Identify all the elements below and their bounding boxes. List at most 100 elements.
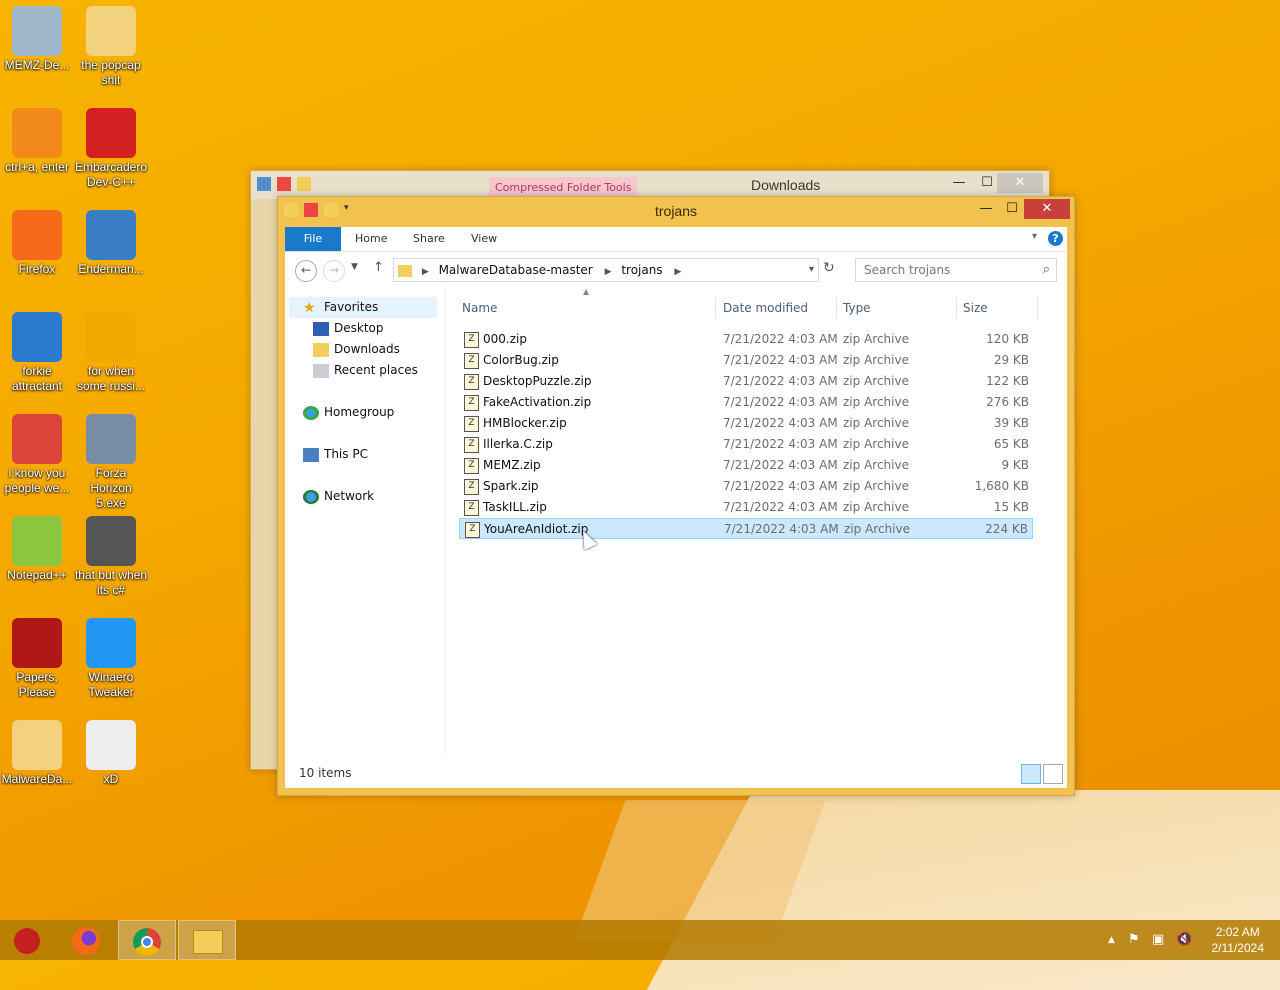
large-icons-view-button[interactable]: [1043, 764, 1063, 784]
new-folder-icon[interactable]: [297, 177, 311, 191]
file-row[interactable]: Z TaskILL.zip 7/21/2022 4:03 AM zip Archive…: [459, 497, 1033, 518]
file-row[interactable]: Z HMBlocker.zip 7/21/2022 4:03 AM zip Archi…: [459, 413, 1033, 434]
column-type[interactable]: Type: [843, 301, 871, 315]
file-row[interactable]: Z FakeActivation.zip 7/21/2022 4:03 AM zip …: [459, 392, 1033, 413]
file-row[interactable]: Z MEMZ.zip 7/21/2022 4:03 AM zip Archive 9 K…: [459, 455, 1033, 476]
search-input[interactable]: Search trojans ⌕: [855, 258, 1057, 282]
taskbar-chrome[interactable]: [118, 920, 176, 960]
address-bar[interactable]: ▶ MalwareDatabase-master ▶ trojans ▶ ▾: [393, 258, 819, 282]
column-size[interactable]: Size: [963, 301, 988, 315]
back-button[interactable]: ←: [295, 260, 317, 282]
maximize-button[interactable]: ☐: [998, 199, 1026, 219]
close-button[interactable]: ✕: [997, 173, 1043, 193]
minimize-button[interactable]: —: [945, 173, 973, 193]
desktop-shortcut[interactable]: Firefox: [0, 210, 74, 277]
address-dropdown-icon[interactable]: ▾: [809, 259, 814, 281]
nav-network[interactable]: Network: [303, 486, 374, 507]
file-size: 15 KB: [993, 500, 1029, 514]
nav-recent[interactable]: Recent places: [313, 360, 418, 381]
forward-button[interactable]: →: [323, 260, 345, 282]
desktop-shortcut[interactable]: xD: [74, 720, 148, 787]
column-date[interactable]: Date modified: [723, 301, 808, 315]
file-date: 7/21/2022 4:03 AM: [724, 522, 839, 536]
action-center-flag-icon[interactable]: ⚑: [1128, 932, 1140, 947]
taskbar-file-explorer[interactable]: [178, 920, 236, 960]
tab-share[interactable]: Share: [413, 227, 445, 251]
tab-view[interactable]: View: [471, 227, 497, 251]
help-icon[interactable]: ?: [1048, 231, 1063, 246]
breadcrumb-separator-icon[interactable]: ▶: [605, 267, 612, 277]
nav-favorites[interactable]: ★ Favorites: [303, 297, 378, 318]
desktop-shortcut[interactable]: for when some russi...: [74, 312, 148, 394]
nav-desktop[interactable]: Desktop: [313, 318, 384, 339]
expand-ribbon-icon[interactable]: ▾: [1032, 231, 1037, 242]
desktop-shortcut[interactable]: Notepad++: [0, 516, 74, 583]
system-clock[interactable]: 2:02 AM 2/11/2024: [1212, 924, 1265, 956]
details-view-button[interactable]: [1021, 764, 1041, 784]
nav-label: This PC: [324, 447, 368, 461]
nav-downloads[interactable]: Downloads: [313, 339, 400, 360]
desktop-shortcut[interactable]: Embarcadero Dev-C++: [74, 108, 148, 190]
file-explorer-icon: [193, 930, 223, 954]
downloads-titlebar[interactable]: Compressed Folder Tools Downloads — ☐ ✕: [251, 171, 1049, 199]
file-row[interactable]: Z Spark.zip 7/21/2022 4:03 AM zip Archive 1,…: [459, 476, 1033, 497]
nav-thispc[interactable]: This PC: [303, 444, 368, 465]
ribbon-tabs: File Home Share View ▾ ?: [285, 227, 1067, 252]
file-type: zip Archive: [843, 500, 909, 514]
trojans-window[interactable]: ▾ trojans — ☐ ✕ File Home Share View ▾ ?…: [277, 196, 1075, 796]
desktop-shortcut[interactable]: MEMZ-De...: [0, 6, 74, 73]
recent-locations-icon[interactable]: ▼: [351, 262, 358, 272]
file-type: zip Archive: [844, 522, 910, 536]
tab-home[interactable]: Home: [355, 227, 387, 251]
file-row[interactable]: Z ColorBug.zip 7/21/2022 4:03 AM zip Archiv…: [459, 350, 1033, 371]
file-date: 7/21/2022 4:03 AM: [723, 500, 838, 514]
breadcrumb-item[interactable]: MalwareDatabase-master: [439, 263, 593, 277]
desktop-shortcut-label: the popcap shit: [81, 58, 141, 87]
properties-icon[interactable]: [277, 177, 291, 191]
taskbar-app-bug[interactable]: [0, 920, 58, 960]
desktop-shortcut[interactable]: MalwareDa...: [0, 720, 74, 787]
search-icon[interactable]: ⌕: [1043, 259, 1050, 281]
file-date: 7/21/2022 4:03 AM: [723, 458, 838, 472]
recent-places-icon: [313, 363, 329, 378]
notepad-plus-icon: [12, 516, 62, 566]
desktop-shortcut[interactable]: ctrl+a, enter: [0, 108, 74, 175]
up-button[interactable]: ↑: [373, 260, 384, 275]
windows-stack-icon: [86, 516, 136, 566]
file-type: zip Archive: [843, 416, 909, 430]
desktop-shortcut[interactable]: Winaero Tweaker: [74, 618, 148, 700]
taskbar-firefox[interactable]: [58, 920, 116, 960]
file-row[interactable]: Z Illerka.C.zip 7/21/2022 4:03 AM zip Archi…: [459, 434, 1033, 455]
desktop-shortcut-label: Firefox: [18, 262, 56, 276]
file-row[interactable]: Z DesktopPuzzle.zip 7/21/2022 4:03 AM zip A…: [459, 371, 1033, 392]
desktop-shortcut[interactable]: forkie attractant: [0, 312, 74, 394]
desktop-shortcut[interactable]: the popcap shit: [74, 6, 148, 88]
file-size: 39 KB: [993, 416, 1029, 430]
de-app-icon: [86, 312, 136, 362]
minimize-button[interactable]: —: [972, 199, 1000, 219]
file-date: 7/21/2022 4:03 AM: [723, 374, 838, 388]
folder-down-icon[interactable]: [257, 177, 271, 191]
tab-file[interactable]: File: [285, 227, 341, 251]
volume-muted-icon[interactable]: 🔇: [1176, 932, 1192, 947]
desktop-shortcut[interactable]: that but when its c#: [74, 516, 148, 598]
desktop-shortcut[interactable]: Papers, Please: [0, 618, 74, 700]
column-name[interactable]: Name: [462, 301, 497, 315]
breadcrumb-item[interactable]: trojans: [621, 263, 662, 277]
winaero-icon: [86, 618, 136, 668]
close-button[interactable]: ✕: [1024, 199, 1070, 219]
file-row[interactable]: Z YouAreAnIdiot.zip 7/21/2022 4:03 AM zip A…: [459, 518, 1033, 539]
file-date: 7/21/2022 4:03 AM: [723, 416, 838, 430]
taskbar: ▲ ⚑ ▣ 🔇 2:02 AM 2/11/2024: [0, 920, 1280, 960]
desktop-shortcut[interactable]: Forza Horizon 5.exe: [74, 414, 148, 511]
breadcrumb-separator-icon[interactable]: ▶: [674, 267, 681, 277]
network-tray-icon[interactable]: ▣: [1152, 932, 1164, 947]
trojans-titlebar[interactable]: ▾ trojans — ☐ ✕: [278, 197, 1074, 227]
breadcrumb-separator-icon[interactable]: ▶: [422, 267, 429, 277]
file-row[interactable]: Z 000.zip 7/21/2022 4:03 AM zip Archive 120 …: [459, 329, 1033, 350]
desktop-shortcut[interactable]: i know you people we...: [0, 414, 74, 496]
nav-homegroup[interactable]: Homegroup: [303, 402, 394, 423]
desktop-shortcut[interactable]: Enderman...: [74, 210, 148, 277]
show-hidden-icons-icon[interactable]: ▲: [1108, 935, 1115, 945]
refresh-icon[interactable]: ↻: [823, 260, 835, 276]
